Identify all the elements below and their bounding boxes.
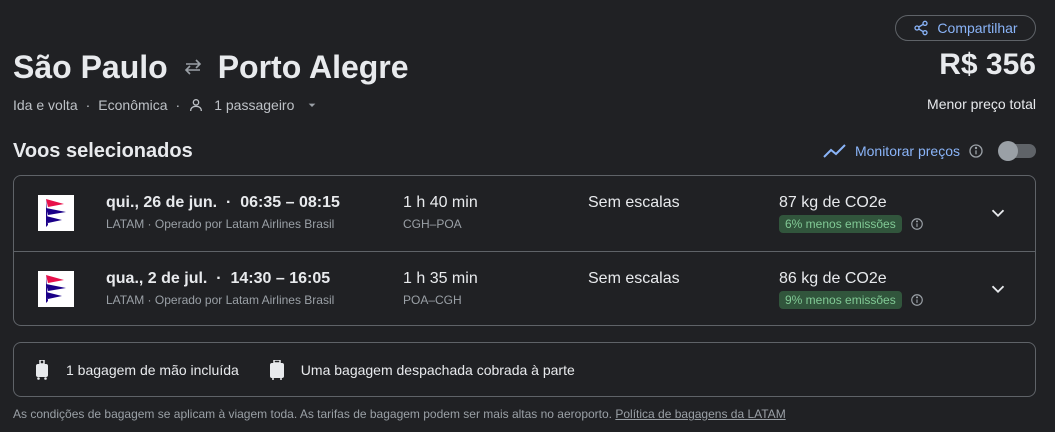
- flight-row[interactable]: qua., 2 de jul. · 14:30 – 16:05 LATAM · …: [14, 251, 1035, 325]
- flight-date-times: qui., 26 de jun. · 06:35 – 08:15 LATAM ·…: [106, 193, 340, 231]
- flight-duration-block: 1 h 35 min POA–CGH: [403, 269, 478, 307]
- checked-bag-icon: [269, 359, 284, 380]
- baggage-footnote: As condições de bagagem se aplicam à via…: [13, 407, 786, 421]
- flight-duration: 1 h 35 min: [403, 270, 478, 287]
- share-label: Compartilhar: [937, 20, 1018, 36]
- chevron-down-icon[interactable]: [987, 202, 1009, 224]
- flight-stops-block: Sem escalas: [588, 193, 680, 213]
- chevron-down-icon[interactable]: [987, 278, 1009, 300]
- destination-city: Porto Alegre: [217, 48, 409, 85]
- passenger-count: 1 passageiro: [214, 97, 295, 113]
- separator-dot: ·: [175, 97, 181, 113]
- checked-bag-label: Uma bagagem despachada cobrada à parte: [300, 361, 575, 378]
- co2-amount: 86 kg de CO2e: [779, 270, 887, 287]
- emissions-badge: 6% menos emissões: [779, 215, 902, 233]
- flight-date: qua., 2 de jul.: [106, 270, 208, 287]
- section-title: Voos selecionados: [13, 140, 193, 162]
- carry-on-bag-icon: [36, 359, 48, 380]
- flight-stops: Sem escalas: [588, 194, 680, 211]
- price-monitor: Monitorar preços: [823, 140, 1036, 162]
- chevron-down-icon: [309, 103, 316, 107]
- flight-date-times: qua., 2 de jul. · 14:30 – 16:05 LATAM · …: [106, 269, 334, 307]
- trending-icon: [823, 144, 846, 158]
- baggage-policy-link[interactable]: Política de bagagens da LATAM: [615, 407, 785, 421]
- flight-stops-block: Sem escalas: [588, 269, 680, 289]
- selected-flights-list: qui., 26 de jun. · 06:35 – 08:15 LATAM ·…: [13, 175, 1036, 326]
- monitor-label[interactable]: Monitorar preços: [855, 143, 960, 159]
- latam-logo-icon: [38, 271, 74, 307]
- flight-date: qui., 26 de jun.: [106, 194, 218, 211]
- total-price: R$ 356: [939, 48, 1036, 81]
- co2-amount: 87 kg de CO2e: [779, 194, 887, 211]
- toggle-knob: [998, 141, 1018, 161]
- latam-logo-icon: [38, 195, 74, 231]
- flight-times: 14:30 – 16:05: [230, 270, 331, 287]
- flight-emissions-block: 86 kg de CO2e 9% menos emissões: [779, 269, 924, 309]
- separator-dot: ·: [221, 194, 236, 211]
- separator-dot: ·: [211, 270, 227, 287]
- trip-options: Ida e volta · Econômica · 1 passageiro: [13, 96, 320, 114]
- flight-duration: 1 h 40 min: [403, 194, 478, 211]
- flight-emissions-block: 87 kg de CO2e 6% menos emissões: [779, 193, 924, 233]
- swap-arrows-icon: [182, 58, 204, 76]
- flight-row[interactable]: qui., 26 de jun. · 06:35 – 08:15 LATAM ·…: [14, 176, 1035, 251]
- airline-info: LATAM · Operado por Latam Airlines Brasi…: [106, 217, 335, 231]
- trip-type[interactable]: Ida e volta: [13, 97, 78, 113]
- separator-dot: ·: [85, 97, 91, 113]
- share-button[interactable]: Compartilhar: [895, 15, 1036, 41]
- footnote-text: As condições de bagagem se aplicam à via…: [13, 407, 613, 421]
- cabin-class[interactable]: Econômica: [98, 97, 167, 113]
- person-icon: [190, 99, 203, 112]
- airline-info: LATAM · Operado por Latam Airlines Brasi…: [106, 293, 335, 307]
- monitor-toggle[interactable]: [998, 141, 1036, 161]
- carry-on-label: 1 bagagem de mão incluída: [66, 361, 239, 378]
- baggage-info: 1 bagagem de mão incluída Uma bagagem de…: [13, 342, 1036, 397]
- flight-times: 06:35 – 08:15: [240, 194, 340, 211]
- flight-duration-block: 1 h 40 min CGH–POA: [403, 193, 478, 231]
- share-icon: [914, 20, 929, 36]
- flight-route: POA–CGH: [403, 293, 462, 307]
- passenger-selector[interactable]: 1 passageiro: [188, 97, 320, 113]
- emissions-badge: 9% menos emissões: [779, 291, 902, 309]
- flight-route: CGH–POA: [403, 217, 462, 231]
- route-title: São Paulo Porto Alegre: [13, 47, 409, 87]
- price-label: Menor preço total: [927, 96, 1036, 112]
- carry-on-item: 1 bagagem de mão incluída: [34, 359, 239, 380]
- info-icon[interactable]: [968, 143, 984, 159]
- checked-bag-item: Uma bagagem despachada cobrada à parte: [269, 359, 575, 380]
- flight-stops: Sem escalas: [588, 270, 680, 287]
- info-icon[interactable]: [910, 217, 924, 231]
- origin-city: São Paulo: [13, 48, 168, 85]
- info-icon[interactable]: [910, 293, 924, 307]
